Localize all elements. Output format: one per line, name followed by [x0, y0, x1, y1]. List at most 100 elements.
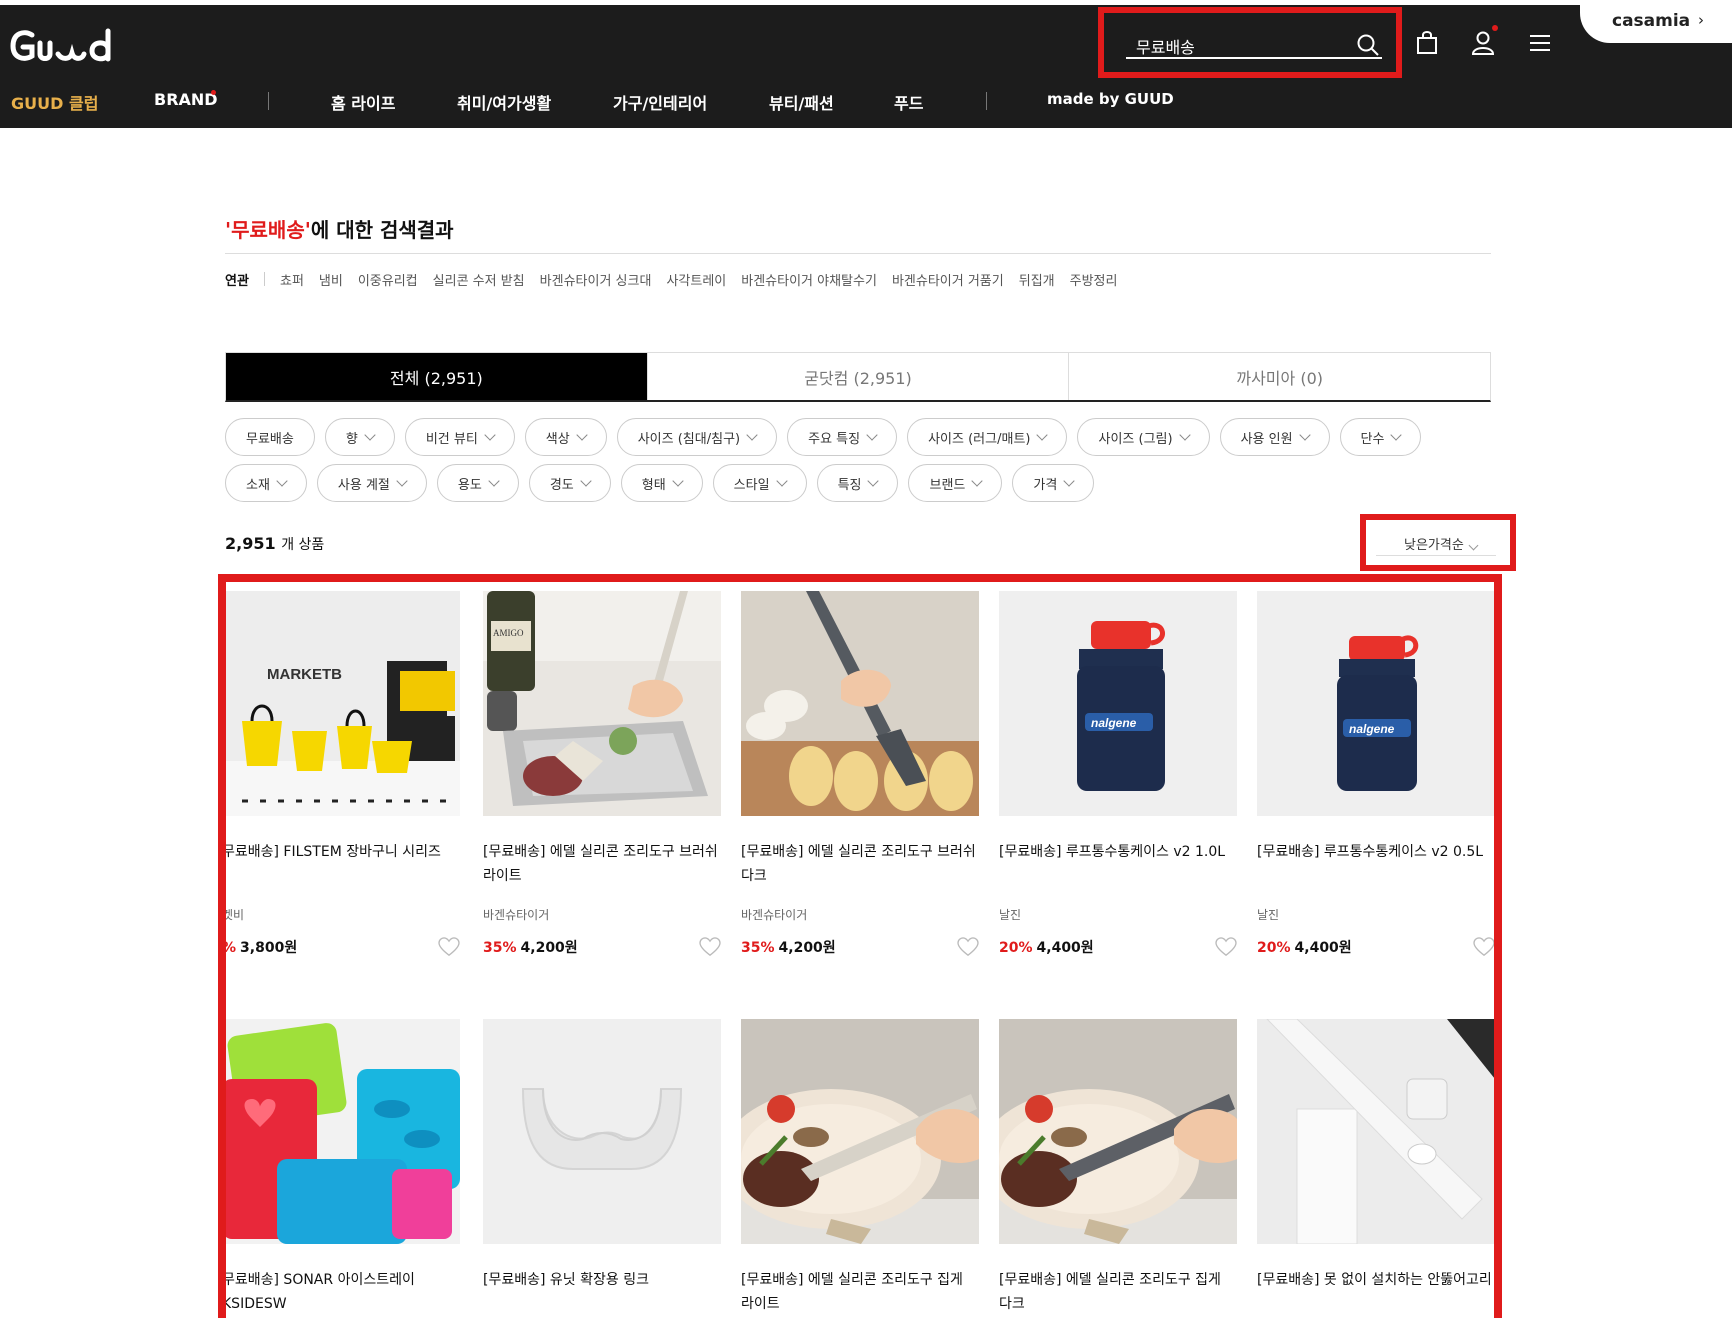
related-keyword[interactable]: 바겐슈타이거 야채탈수기 [741, 270, 877, 289]
shopping-bag-icon[interactable] [1413, 29, 1441, 57]
product-brand[interactable]: 날진 [999, 906, 1237, 923]
nav-brand[interactable]: BRAND [154, 90, 218, 109]
top-header: 무료배송 casamia › [0, 5, 1732, 128]
product-card[interactable]: [무료배송] 유닛 확장용 링크 [483, 1019, 721, 1316]
filter-main-feature[interactable]: 주요 특징 [787, 418, 898, 456]
product-name[interactable]: [무료배송] 에델 실리콘 조리도구 집게 다크 [999, 1268, 1237, 1316]
nav-beauty-fashion[interactable]: 뷰티/패션 [769, 90, 834, 114]
chevron-down-icon [1178, 428, 1191, 441]
heart-icon[interactable] [1215, 937, 1237, 957]
nav-hobby[interactable]: 취미/여가생활 [457, 90, 551, 114]
filter-color[interactable]: 색상 [524, 418, 607, 456]
filter-label: 경도 [549, 477, 574, 493]
filter-feature[interactable]: 특징 [816, 464, 899, 502]
product-name[interactable]: [무료배송] 유닛 확장용 링크 [483, 1268, 721, 1316]
filter-size-rug[interactable]: 사이즈 (러그/매트) [907, 418, 1068, 456]
related-keyword[interactable]: 이중유리컵 [358, 270, 418, 289]
related-keyword[interactable]: 냄비 [319, 270, 343, 289]
menu-icon[interactable] [1526, 29, 1554, 57]
product-image[interactable]: AMIGO [483, 591, 721, 816]
filter-hardness[interactable]: 경도 [528, 464, 611, 502]
filter-label: 사이즈 (침대/침구) [637, 431, 741, 447]
filter-style[interactable]: 스타일 [712, 464, 807, 502]
product-image[interactable]: nalgene [1257, 591, 1494, 816]
filter-usage[interactable]: 용도 [436, 464, 519, 502]
nav-furniture[interactable]: 가구/인테리어 [613, 90, 707, 114]
product-name[interactable]: [무료배송] 루프통수통케이스 v2 1.0L [999, 840, 1237, 888]
filter-shape[interactable]: 형태 [620, 464, 703, 502]
filter-label: 단수 [1360, 431, 1385, 447]
nav-guud-club[interactable]: GUUD 클럽 [11, 90, 98, 114]
product-brand[interactable]: 날진 [1257, 906, 1494, 923]
nav-made-by-guud[interactable]: made by GUUD [1047, 90, 1174, 108]
related-keyword[interactable]: 바겐슈타이거 거품기 [892, 270, 1004, 289]
product-name[interactable]: 무료배송] SONAR 아이스트레이 KSIDESW [226, 1268, 460, 1316]
product-brand[interactable]: 바겐슈타이거 [741, 906, 979, 923]
product-image[interactable]: MARKETB [226, 591, 460, 816]
product-card[interactable]: [무료배송] 에델 실리콘 조리도구 집게 라이트 [741, 1019, 979, 1316]
product-card[interactable]: MARKETB 무료배송] FILSTEM 장바구니 시리즈 켓비 % 3,800… [226, 591, 460, 959]
product-name[interactable]: [무료배송] 에델 실리콘 조리도구 집게 라이트 [741, 1268, 979, 1316]
filter-scent[interactable]: 향 [324, 418, 395, 456]
filter-material[interactable]: 소재 [225, 464, 307, 502]
product-card[interactable]: [무료배송] 못 없이 설치하는 안뚫어고리 [1257, 1019, 1494, 1316]
product-image[interactable] [741, 1019, 979, 1244]
heart-icon[interactable] [1473, 937, 1495, 957]
filter-price[interactable]: 가격 [1012, 464, 1095, 502]
product-name[interactable]: 무료배송] FILSTEM 장바구니 시리즈 [226, 840, 460, 888]
filter-label: 스타일 [733, 477, 770, 493]
tab-all[interactable]: 전체 (2,951) [226, 353, 648, 400]
product-card[interactable]: 무료배송] SONAR 아이스트레이 KSIDESW [226, 1019, 460, 1316]
search-icon[interactable] [1356, 33, 1380, 57]
filter-people[interactable]: 사용 인원 [1219, 418, 1330, 456]
product-card[interactable]: [무료배송] 에델 실리콘 조리도구 집게 다크 [999, 1019, 1237, 1316]
product-name[interactable]: [무료배송] 에델 실리콘 조리도구 브러쉬 다크 [741, 840, 979, 888]
product-name[interactable]: [무료배송] 에델 실리콘 조리도구 브러쉬 라이트 [483, 840, 721, 888]
product-image[interactable] [1257, 1019, 1494, 1244]
filter-size-bed[interactable]: 사이즈 (침대/침구) [616, 418, 778, 456]
product-brand[interactable]: 바겐슈타이거 [483, 906, 721, 923]
tab-casamia[interactable]: 까사미아 (0) [1069, 353, 1490, 400]
nav-home-life[interactable]: 홈 라이프 [331, 90, 395, 114]
product-name[interactable]: [무료배송] 루프통수통케이스 v2 0.5L [1257, 840, 1494, 888]
nav-food[interactable]: 푸드 [894, 90, 923, 114]
product-brand[interactable]: 켓비 [226, 906, 460, 923]
tab-guud[interactable]: 굳닷컴 (2,951) [648, 353, 1070, 400]
user-icon[interactable] [1469, 29, 1497, 57]
price-value: 4,200원 [520, 940, 578, 956]
heart-icon[interactable] [699, 937, 721, 957]
search-input[interactable]: 무료배송 [1126, 31, 1382, 59]
product-image[interactable] [226, 1019, 460, 1244]
product-image[interactable] [741, 591, 979, 816]
related-keyword[interactable]: 주방정리 [1070, 270, 1118, 289]
product-card[interactable]: AMIGO [무료배송] 에델 실리콘 조리도구 브러쉬 라이트 바겐슈타이거 … [483, 591, 721, 959]
filter-free-shipping[interactable]: 무료배송 [225, 418, 315, 456]
filter-brand[interactable]: 브랜드 [908, 464, 1003, 502]
heart-icon[interactable] [957, 937, 979, 957]
filter-season[interactable]: 사용 계절 [316, 464, 427, 502]
related-keyword[interactable]: 뒤집개 [1019, 270, 1055, 289]
related-keyword[interactable]: 쵸퍼 [280, 270, 304, 289]
related-keyword[interactable]: 바겐슈타이거 싱크대 [540, 270, 652, 289]
sort-dropdown[interactable]: 낮은가격순 [1376, 534, 1496, 556]
product-name[interactable]: [무료배송] 못 없이 설치하는 안뚫어고리 [1257, 1268, 1494, 1316]
heart-icon[interactable] [438, 937, 460, 957]
product-card[interactable]: [무료배송] 에델 실리콘 조리도구 브러쉬 다크 바겐슈타이거 35% 4,20… [741, 591, 979, 959]
filter-tiers[interactable]: 단수 [1339, 418, 1422, 456]
product-image[interactable]: nalgene [999, 591, 1237, 816]
filter-size-picture[interactable]: 사이즈 (그림) [1077, 418, 1210, 456]
chevron-down-icon [1036, 428, 1049, 441]
product-image[interactable] [999, 1019, 1237, 1244]
product-card[interactable]: nalgene [무료배송] 루프통수통케이스 v2 0.5L 날진 20% 4,… [1257, 591, 1495, 959]
product-card[interactable]: nalgene [무료배송] 루프통수통케이스 v2 1.0L 날진 20% 4,… [999, 591, 1237, 959]
guud-logo[interactable] [10, 27, 114, 65]
nav-divider [268, 92, 269, 110]
related-keyword[interactable]: 사각트레이 [666, 270, 726, 289]
casamia-link[interactable]: casamia › [1580, 5, 1732, 43]
chevron-right-icon: › [1698, 11, 1704, 29]
related-label: 연관 [225, 274, 249, 289]
product-image[interactable] [483, 1019, 721, 1244]
marketb-logo-text: MARKETB [267, 666, 342, 683]
related-keyword[interactable]: 실리콘 수저 받침 [433, 270, 525, 289]
filter-vegan-beauty[interactable]: 비건 뷰티 [404, 418, 515, 456]
